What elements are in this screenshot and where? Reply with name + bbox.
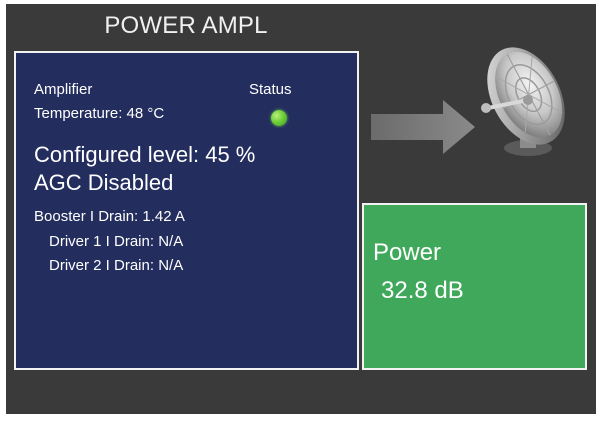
amplifier-heading: Amplifier (34, 81, 93, 98)
page-title: POWER AMPL (104, 12, 268, 39)
status-led-icon (271, 110, 287, 126)
amplifier-status-panel: Amplifier Status Temperature: 48 °C Conf… (14, 51, 359, 370)
arrow-right-icon (371, 100, 475, 154)
agc-status: AGC Disabled (34, 170, 174, 195)
configured-level-readout: Configured level: 45 % (34, 142, 256, 167)
power-label: Power (373, 239, 442, 266)
driver2-drain-readout: Driver 2 I Drain: N/A (49, 257, 184, 274)
temperature-readout: Temperature: 48 °C (34, 105, 165, 122)
status-label: Status (249, 81, 292, 98)
driver1-drain-readout: Driver 1 I Drain: N/A (49, 233, 184, 250)
satellite-dish-icon (481, 47, 565, 156)
display-screen: POWER AMPL Amplifier Status Temperature:… (6, 4, 596, 414)
power-readout-panel: Power 32.8 dB (362, 203, 587, 370)
booster-drain-readout: Booster I Drain: 1.42 A (34, 208, 185, 225)
power-value: 32.8 dB (381, 277, 464, 304)
